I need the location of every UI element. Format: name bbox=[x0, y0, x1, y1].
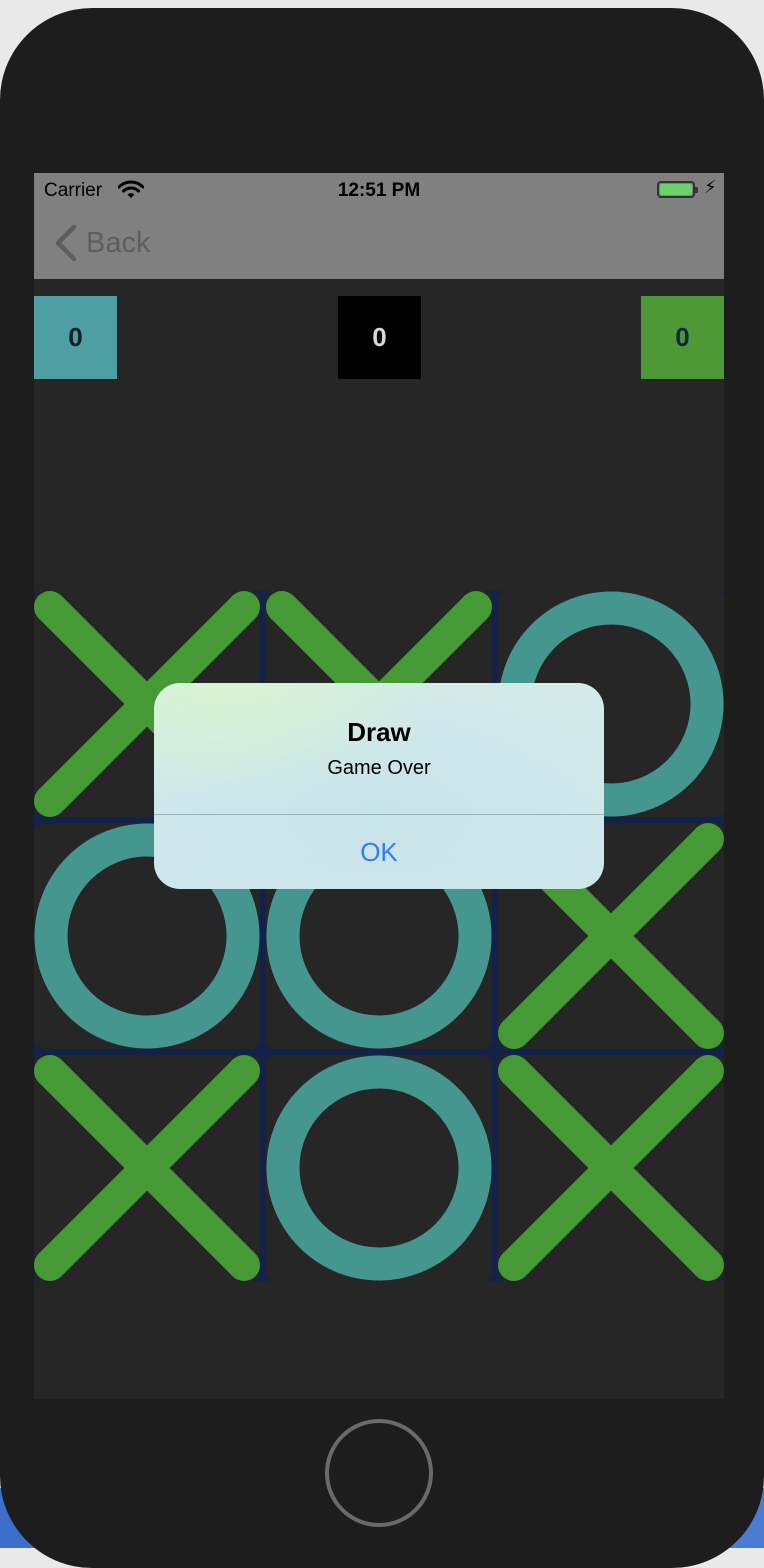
ok-button[interactable]: OK bbox=[154, 815, 604, 889]
home-button[interactable] bbox=[325, 1419, 433, 1527]
phone-frame: Carrier 12:51 PM ⚡︎ Back 0 0 0 Draw Game… bbox=[0, 8, 764, 1568]
alert-overlay: Draw Game Over OK bbox=[34, 173, 724, 1399]
alert-dialog: Draw Game Over OK bbox=[154, 683, 604, 889]
alert-message: Game Over bbox=[327, 757, 431, 779]
alert-title: Draw bbox=[347, 717, 411, 747]
app-screen: Carrier 12:51 PM ⚡︎ Back 0 0 0 Draw Game… bbox=[34, 173, 724, 1399]
